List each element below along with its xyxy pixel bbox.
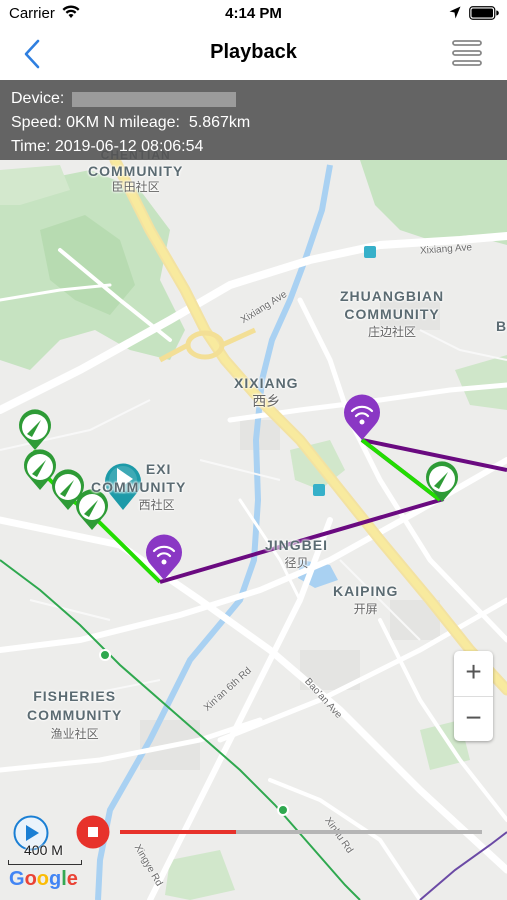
map-label-jingbei: JINGBEI 径贝 <box>265 536 328 572</box>
map-label-edge: B <box>496 318 507 334</box>
playback-progress-bar[interactable] <box>120 830 482 834</box>
google-logo-letter: o <box>36 868 49 890</box>
map-label-xixiang-zh: 西乡 <box>252 393 281 409</box>
location-arrow-icon <box>449 6 461 19</box>
map-label-xixiang-en: XIXIANG <box>234 375 299 391</box>
map-label-zhuangbian-en1: ZHUANGBIAN <box>340 288 445 304</box>
google-logo-letter: G <box>9 868 25 890</box>
map-label-fisheries-en2: COMMUNITY <box>27 707 123 723</box>
map-label-hexi-en2: COMMUNITY <box>91 479 187 495</box>
map-label-hexi: EXI COMMUNITY 西社区 <box>91 460 186 514</box>
device-row: Device: <box>11 87 507 111</box>
time-row: Time: 2019-06-12 08:06:54 <box>11 135 507 158</box>
google-logo-letter: g <box>49 868 62 890</box>
map-label-fisheries: FISHERIES COMMUNITY 渔业社区 <box>27 687 122 744</box>
page-title: Playback <box>210 41 297 63</box>
stop-button[interactable] <box>76 815 110 849</box>
map-label-fisheries-en1: FISHERIES <box>33 688 117 704</box>
map-label-zhuangbian-en2: COMMUNITY <box>344 306 440 322</box>
map-label-hexi-en1: EXI <box>145 461 172 477</box>
map-scale-bar <box>8 860 82 865</box>
zoom-out-button[interactable]: − <box>454 696 493 741</box>
info-panel: Device: Speed: 0KM N mileage: 5.867km Ti… <box>0 80 507 160</box>
speed-row: Speed: 0KM N mileage: 5.867km <box>11 111 507 135</box>
status-bar: Carrier 4:14 PM <box>0 0 507 28</box>
map-label-chentian-en: COMMUNITY <box>88 163 184 179</box>
google-logo: Google <box>9 868 78 891</box>
battery-icon <box>469 6 499 20</box>
map-canvas <box>0 154 507 900</box>
status-time: 4:14 PM <box>225 5 282 22</box>
back-button[interactable] <box>18 36 46 72</box>
chevron-left-icon <box>24 39 40 69</box>
device-id-redacted <box>71 91 236 107</box>
stop-icon <box>88 827 98 837</box>
map-label-hexi-zh: 西社区 <box>138 498 175 512</box>
map-label-edge-b: B <box>496 318 507 334</box>
map-label-zhuangbian: ZHUANGBIAN COMMUNITY 庄边社区 <box>340 287 444 341</box>
map-label-jingbei-en: JINGBEI <box>265 537 329 553</box>
nav-bar: Playback <box>0 28 507 80</box>
map-label-kaiping: KAIPING 开屏 <box>333 582 398 618</box>
map-scale-label: 400 M <box>24 842 63 858</box>
map-label-xixiang: XIXIANG 西乡 <box>234 374 299 410</box>
map-label-kaiping-zh: 开屏 <box>353 602 378 616</box>
zoom-in-button[interactable]: + <box>454 651 493 696</box>
map-label-kaiping-en: KAIPING <box>333 583 399 599</box>
menu-lines-icon <box>452 40 482 66</box>
map-label-fisheries-zh: 渔业社区 <box>50 727 99 741</box>
zoom-control: + − <box>454 651 493 741</box>
google-logo-letter: o <box>24 868 37 890</box>
speed-text: Speed: 0KM N mileage: 5.867km <box>11 114 251 131</box>
map-view[interactable]: CHENTIAN COMMUNITY 臣田社区 ZHUANGBIAN COMMU… <box>0 80 507 900</box>
map-label-jingbei-zh: 径贝 <box>284 556 309 570</box>
map-label-chentian-zh: 臣田社区 <box>111 180 160 194</box>
wifi-marker-icon <box>344 394 380 440</box>
google-logo-letter: e <box>66 868 78 890</box>
device-label: Device: <box>11 90 69 107</box>
playback-progress-fill <box>120 830 236 834</box>
map-label-zhuangbian-zh: 庄边社区 <box>368 325 417 339</box>
time-text: Time: 2019-06-12 08:06:54 <box>11 137 204 155</box>
menu-button[interactable] <box>452 40 482 66</box>
